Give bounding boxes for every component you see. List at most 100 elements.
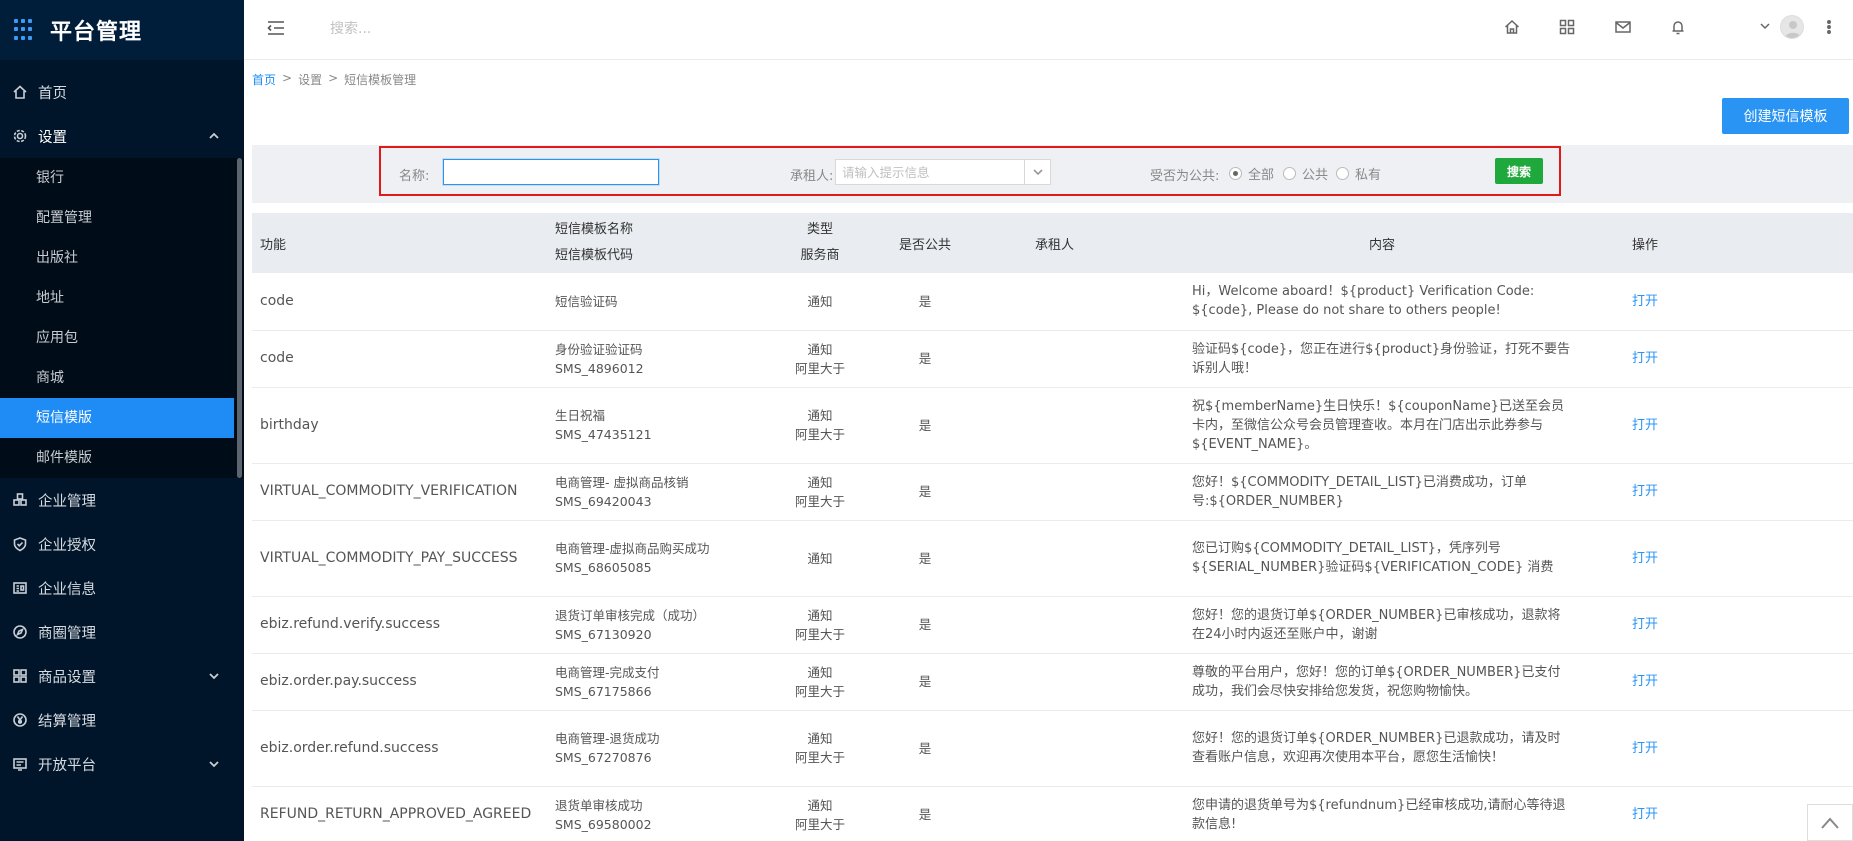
radio-all[interactable]: 全部 — [1229, 164, 1274, 183]
sidebar-item-bank[interactable]: 银行 — [0, 158, 244, 198]
open-link[interactable]: 打开 — [1632, 807, 1658, 822]
sidebar-item-address[interactable]: 地址 — [0, 278, 244, 318]
open-link[interactable]: 打开 — [1632, 674, 1658, 689]
cell-type: 通知 阿里大于 — [770, 596, 870, 654]
sidebar-item-mall[interactable]: 商城 — [0, 358, 244, 398]
sidebar-item-publisher[interactable]: 出版社 — [0, 238, 244, 278]
cell-content: 您好！您的退货订单${ORDER_NUMBER}已审核成功，退款将在24小时内返… — [1192, 596, 1572, 654]
header-type[interactable]: 类型 服务商 — [770, 213, 870, 273]
create-sms-template-button[interactable]: 创建短信模板 — [1722, 98, 1849, 134]
menu-item-enterprise-info[interactable]: 企业信息 — [0, 566, 244, 610]
breadcrumb-settings[interactable]: 设置 — [298, 71, 322, 88]
cell-type: 通知 — [770, 273, 870, 331]
cell-content: Hi，Welcome aboard！${product} Verificatio… — [1192, 273, 1572, 331]
home-icon[interactable] — [1503, 18, 1521, 36]
menu-item-product-settings[interactable]: 商品设置 — [0, 654, 244, 698]
cell-tenant — [980, 463, 1192, 521]
menu-item-settings[interactable]: 设置 — [0, 114, 244, 158]
cell-func: VIRTUAL_COMMODITY_PAY_SUCCESS — [252, 520, 555, 597]
open-link[interactable]: 打开 — [1632, 741, 1658, 756]
cell-public: 是 — [870, 596, 980, 654]
bell-icon[interactable] — [1669, 18, 1687, 36]
header-content[interactable]: 内容 — [1192, 213, 1572, 273]
header-public[interactable]: 是否公共 — [870, 213, 980, 273]
cell-name: 电商管理-退货成功 SMS_67270876 — [555, 710, 770, 787]
cell-name: 身份验证验证码 SMS_4896012 — [555, 330, 770, 388]
chevron-down-icon[interactable] — [1024, 160, 1050, 184]
cell-type: 通知 阿里大于 — [770, 653, 870, 711]
template-code: SMS_69580002 — [555, 816, 652, 832]
header-name[interactable]: 短信模板名称 短信模板代码 — [555, 213, 770, 273]
cell-func: ebiz.order.refund.success — [252, 710, 555, 787]
table-header: 功能 短信模板名称 短信模板代码 类型 服务商 是否公共 承租人 内容 操作 — [252, 213, 1853, 273]
sidebar-scrollbar[interactable] — [237, 158, 242, 478]
menu-item-home[interactable]: 首页 — [0, 70, 244, 114]
cell-tenant — [980, 653, 1192, 711]
header-tenant[interactable]: 承租人 — [980, 213, 1192, 273]
template-code: SMS_67175866 — [555, 683, 652, 699]
template-name: 生日祝福 — [555, 408, 606, 423]
template-code: SMS_67270876 — [555, 750, 652, 765]
mail-icon[interactable] — [1614, 18, 1632, 36]
menu-item-enterprise[interactable]: 企业管理 — [0, 478, 244, 522]
header-func[interactable]: 功能 — [252, 213, 555, 273]
cell-name: 生日祝福 SMS_47435121 — [555, 387, 770, 464]
open-link[interactable]: 打开 — [1632, 294, 1658, 309]
open-link[interactable]: 打开 — [1632, 418, 1658, 433]
sidebar-item-mail-template[interactable]: 邮件模版 — [0, 438, 244, 478]
back-to-top-button[interactable] — [1807, 804, 1853, 841]
tenant-input[interactable] — [836, 160, 1022, 184]
template-provider: 阿里大于 — [794, 683, 845, 699]
breadcrumb-current: 短信模板管理 — [344, 73, 417, 87]
cell-func: ebiz.order.pay.success — [252, 653, 555, 711]
header-op: 操作 — [1632, 237, 1659, 253]
apps-grid-icon[interactable] — [1558, 18, 1576, 36]
open-link[interactable]: 打开 — [1632, 351, 1658, 366]
template-name: 短信验证码 — [555, 293, 618, 309]
search-button[interactable]: 搜索 — [1495, 158, 1543, 184]
template-provider: 阿里大于 — [794, 360, 845, 376]
cell-content: 验证码${code}，您正在进行${product}身份验证，打死不要告诉别人哦… — [1192, 330, 1572, 388]
sidebar-item-config[interactable]: 配置管理 — [0, 198, 244, 238]
cell-content: 您申请的退货单号为${refundnum}已经审核成功,请耐心等待退款信息! — [1192, 786, 1572, 841]
more-vertical-icon[interactable] — [1826, 18, 1832, 36]
settings-submenu: 银行 配置管理 出版社 地址 应用包 商城 短信模版 邮件模版 — [0, 158, 244, 478]
menu-item-business-circle[interactable]: 商圈管理 — [0, 610, 244, 654]
radio-private[interactable]: 私有 — [1336, 164, 1381, 183]
menu-fold-icon[interactable] — [266, 18, 286, 38]
open-link[interactable]: 打开 — [1632, 484, 1658, 499]
radio-label: 公共 — [1302, 168, 1329, 183]
template-type: 通知 — [807, 664, 833, 680]
cell-type: 通知 阿里大于 — [770, 463, 870, 521]
menu-item-settlement[interactable]: 结算管理 — [0, 698, 244, 742]
avatar[interactable] — [1780, 15, 1804, 39]
cell-public: 是 — [870, 387, 980, 464]
menu-item-enterprise-auth[interactable]: 企业授权 — [0, 522, 244, 566]
radio-public[interactable]: 公共 — [1283, 164, 1328, 183]
name-input[interactable] — [443, 159, 659, 185]
chevron-down-icon[interactable] — [1759, 20, 1771, 32]
breadcrumb-home[interactable]: 首页 — [252, 71, 276, 88]
table-row: code 短信验证码 通知 是 Hi，Welcome aboard！${prod… — [252, 273, 1853, 331]
cell-tenant — [980, 330, 1192, 388]
table-row: birthday 生日祝福 SMS_47435121 通知 阿里大于 是 祝${me… — [252, 387, 1853, 464]
breadcrumb: 首页 > 设置 > 短信模板管理 — [252, 71, 416, 88]
table-row: code 身份验证验证码 SMS_4896012 通知 阿里大于 是 验证码${co… — [252, 330, 1853, 388]
shield-icon — [12, 536, 28, 552]
open-link[interactable]: 打开 — [1632, 551, 1658, 566]
sidebar-item-sms-template[interactable]: 短信模版 — [0, 398, 234, 438]
open-link[interactable]: 打开 — [1632, 617, 1658, 632]
cell-name: 退货单审核成功 SMS_69580002 — [555, 786, 770, 841]
menu-item-open-platform[interactable]: 开放平台 — [0, 742, 244, 786]
name-label: 名称: — [399, 169, 430, 184]
breadcrumb-separator: > — [328, 71, 339, 85]
template-provider: 阿里大于 — [794, 427, 845, 442]
template-provider: 阿里大于 — [794, 750, 845, 765]
tenant-select[interactable] — [835, 159, 1051, 185]
cell-name: 电商管理- 虚拟商品核销 SMS_69420043 — [555, 463, 770, 521]
sidebar-item-app-package[interactable]: 应用包 — [0, 318, 244, 358]
global-search-input[interactable] — [330, 14, 630, 44]
template-type: 通知 — [807, 474, 833, 490]
cell-op: 打开 — [1572, 330, 1853, 388]
cell-func: birthday — [252, 387, 555, 464]
